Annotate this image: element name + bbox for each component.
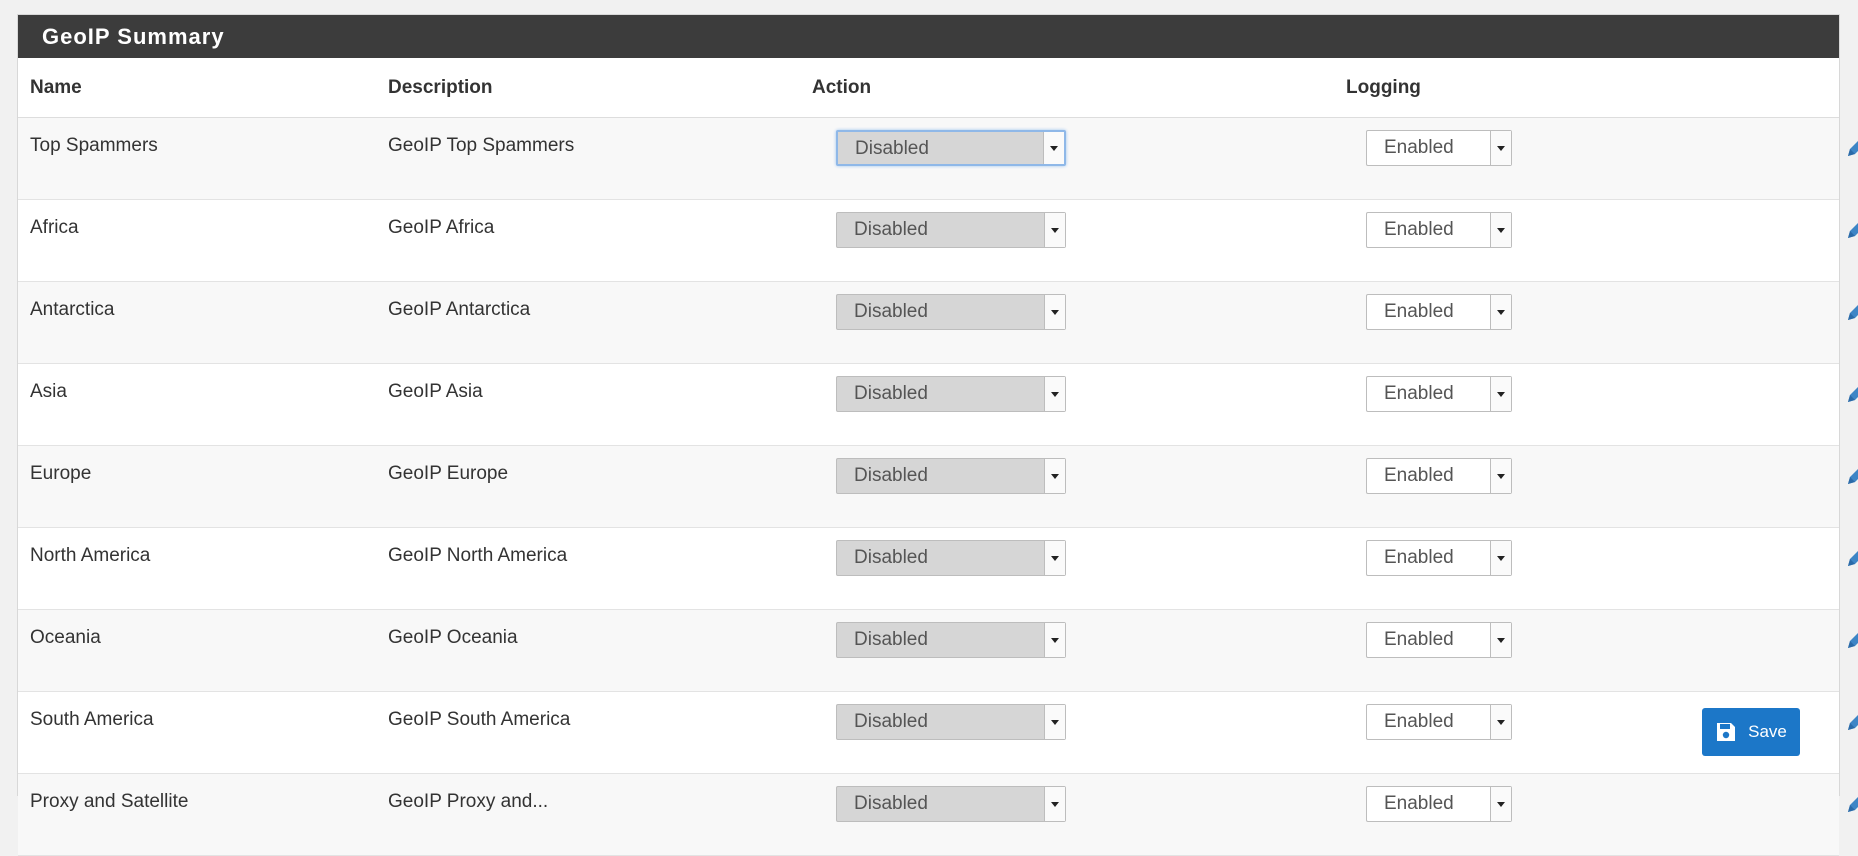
pencil-icon (1848, 387, 1858, 402)
edit-button[interactable] (1843, 541, 1858, 577)
chevron-down-icon (1044, 295, 1065, 329)
rule-description: GeoIP Oceania (388, 609, 812, 692)
action-select-value: Disabled (855, 138, 929, 159)
logging-select-value: Enabled (1384, 547, 1454, 568)
pencil-icon (1848, 715, 1858, 730)
action-select[interactable]: Disabled (836, 458, 1066, 494)
action-select[interactable]: Disabled (836, 130, 1066, 166)
chevron-down-icon (1044, 213, 1065, 247)
rule-name: Top Spammers (18, 117, 388, 200)
table-row: North America GeoIP North America Disabled… (18, 527, 1858, 610)
rule-name: Europe (18, 445, 388, 528)
pencil-icon (1848, 223, 1858, 238)
column-header-action: Action (812, 58, 1346, 118)
edit-button[interactable] (1843, 295, 1858, 331)
chevron-down-icon (1490, 295, 1511, 329)
chevron-down-icon (1490, 623, 1511, 657)
save-button[interactable]: Save (1702, 708, 1800, 756)
chevron-down-icon (1044, 377, 1065, 411)
table-row: Africa GeoIP Africa Disabled Enabled (18, 199, 1858, 282)
chevron-down-icon (1490, 541, 1511, 575)
footer: Save (18, 688, 1839, 795)
pencil-icon (1848, 305, 1858, 320)
action-select-value: Disabled (854, 629, 928, 650)
chevron-down-icon (1043, 132, 1064, 164)
table-row: Top Spammers GeoIP Top Spammers Disabled En… (18, 117, 1858, 200)
table-row: Asia GeoIP Asia Disabled Enabled (18, 363, 1858, 446)
column-header-description: Description (388, 58, 812, 118)
rule-description: GeoIP Asia (388, 363, 812, 446)
column-header-logging: Logging (1346, 58, 1726, 118)
pencil-icon (1848, 469, 1858, 484)
table-row: Europe GeoIP Europe Disabled Enabled (18, 445, 1858, 528)
rule-description: GeoIP Europe (388, 445, 812, 528)
save-button-label: Save (1748, 722, 1787, 741)
rule-name: Africa (18, 199, 388, 282)
chevron-down-icon (1490, 377, 1511, 411)
edit-button[interactable] (1843, 623, 1858, 659)
action-select[interactable]: Disabled (836, 294, 1066, 330)
pencil-icon (1848, 797, 1858, 812)
panel-title: GeoIP Summary (18, 15, 1839, 58)
edit-button[interactable] (1843, 459, 1858, 495)
rule-description: GeoIP Africa (388, 199, 812, 282)
column-header-edit (1726, 58, 1839, 118)
edit-button[interactable] (1843, 377, 1858, 413)
action-select-value: Disabled (854, 547, 928, 568)
logging-select-value: Enabled (1384, 137, 1454, 158)
column-header-name: Name (18, 58, 388, 118)
rule-name: Asia (18, 363, 388, 446)
logging-select-value: Enabled (1384, 219, 1454, 240)
logging-select-value: Enabled (1384, 383, 1454, 404)
action-select-value: Disabled (854, 383, 928, 404)
rule-description: GeoIP Top Spammers (388, 117, 812, 200)
chevron-down-icon (1044, 459, 1065, 493)
action-select[interactable]: Disabled (836, 376, 1066, 412)
logging-select[interactable]: Enabled (1366, 130, 1512, 166)
edit-button[interactable] (1843, 213, 1858, 249)
action-select-value: Disabled (854, 219, 928, 240)
rule-description: GeoIP Antarctica (388, 281, 812, 364)
chevron-down-icon (1490, 131, 1511, 165)
chevron-down-icon (1044, 623, 1065, 657)
edit-button[interactable] (1843, 131, 1858, 167)
pencil-icon (1848, 633, 1858, 648)
rule-name: Oceania (18, 609, 388, 692)
floppy-disk-icon (1717, 723, 1736, 741)
logging-select[interactable]: Enabled (1366, 376, 1512, 412)
rule-name: North America (18, 527, 388, 610)
edit-button[interactable] (1843, 705, 1858, 741)
action-select-value: Disabled (854, 465, 928, 486)
logging-select-value: Enabled (1384, 301, 1454, 322)
logging-select[interactable]: Enabled (1366, 622, 1512, 658)
chevron-down-icon (1044, 541, 1065, 575)
logging-select[interactable]: Enabled (1366, 212, 1512, 248)
logging-select-value: Enabled (1384, 629, 1454, 650)
pencil-icon (1848, 551, 1858, 566)
logging-select[interactable]: Enabled (1366, 540, 1512, 576)
chevron-down-icon (1490, 459, 1511, 493)
table-row: Antarctica GeoIP Antarctica Disabled Enable… (18, 281, 1858, 364)
pencil-icon (1848, 141, 1858, 156)
action-select-value: Disabled (854, 301, 928, 322)
rule-description: GeoIP North America (388, 527, 812, 610)
chevron-down-icon (1490, 213, 1511, 247)
logging-select[interactable]: Enabled (1366, 458, 1512, 494)
action-select[interactable]: Disabled (836, 540, 1066, 576)
geoip-summary-panel: GeoIP Summary Name Description Action Lo… (17, 14, 1858, 856)
rule-name: Antarctica (18, 281, 388, 364)
logging-select[interactable]: Enabled (1366, 294, 1512, 330)
logging-select-value: Enabled (1384, 465, 1454, 486)
table-row: Oceania GeoIP Oceania Disabled Enabled (18, 609, 1858, 692)
action-select[interactable]: Disabled (836, 622, 1066, 658)
action-select[interactable]: Disabled (836, 212, 1066, 248)
